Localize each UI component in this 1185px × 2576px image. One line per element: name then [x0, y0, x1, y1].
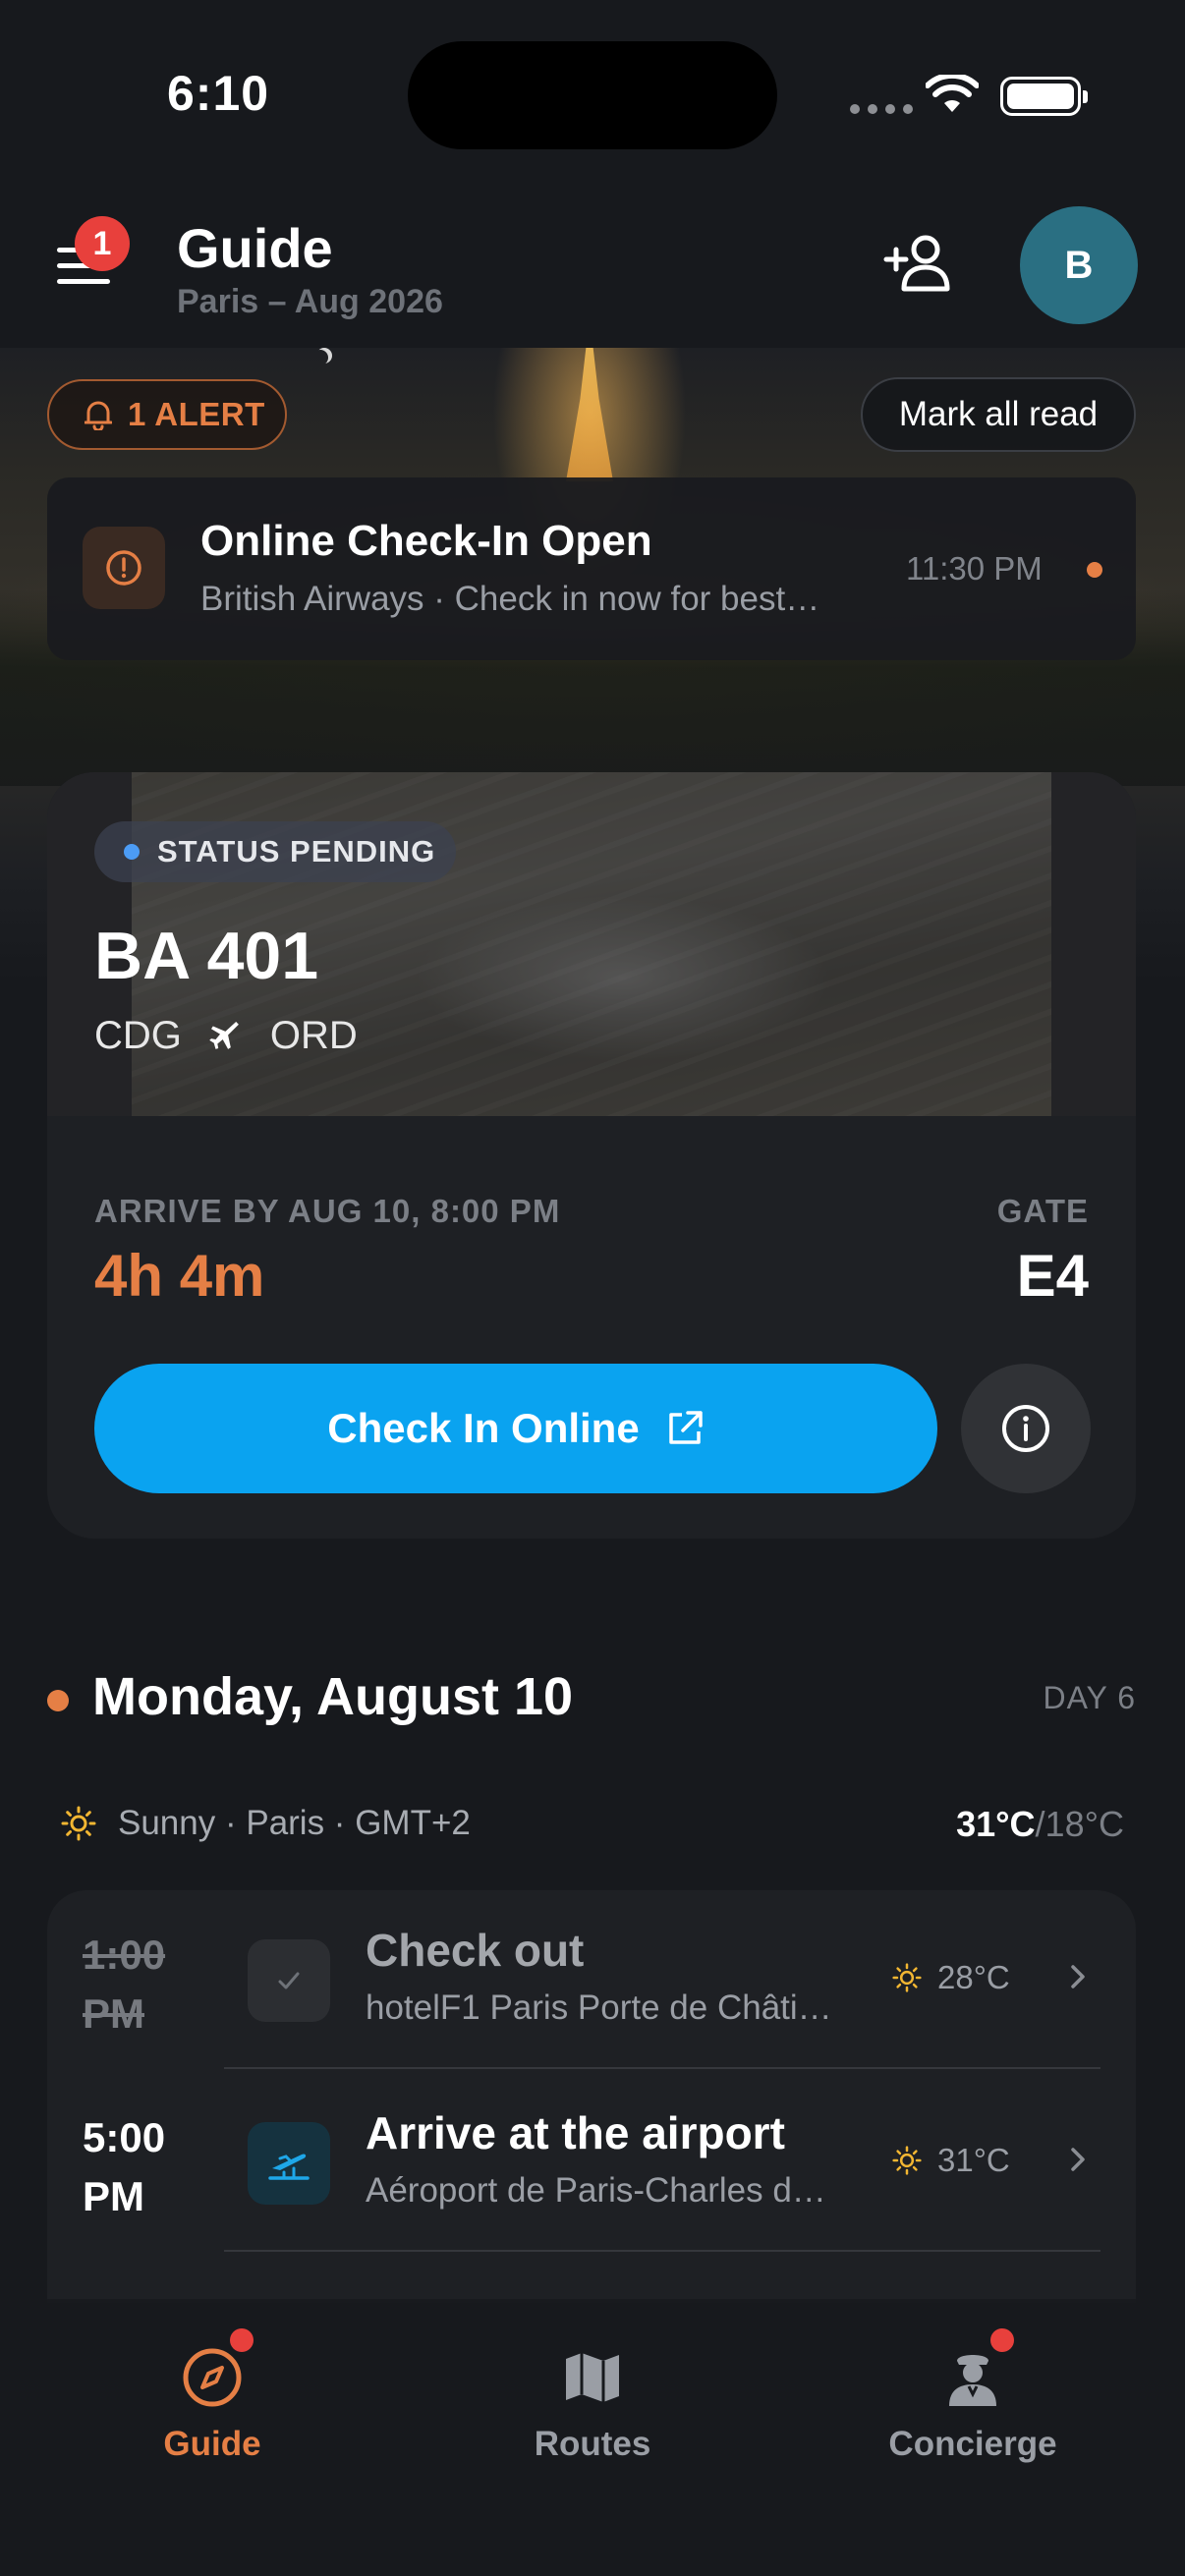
tab-concierge[interactable]: Concierge [855, 2328, 1091, 2499]
menu-notification-badge: 1 [75, 216, 130, 271]
flight-card[interactable]: STATUS PENDING BA 401 CDG ORD ARRIVE BY … [47, 772, 1136, 1539]
day-number: DAY 6 [1043, 1680, 1136, 1715]
bottom-tab-bar: Guide Routes Concierge [0, 2299, 1185, 2576]
sun-icon [61, 1806, 96, 1841]
notification-time: 11:30 PM [906, 550, 1043, 587]
item-subtitle: Aéroport de Paris-Charles d… [366, 2171, 826, 2210]
time-remaining: 4h 4m [94, 1243, 265, 1309]
item-time: 5:00 PM [83, 2114, 166, 2219]
tab-guide[interactable]: Guide [94, 2328, 330, 2499]
chevron-right-icon [1071, 1965, 1085, 1988]
status-dot [124, 844, 140, 860]
status-label: STATUS PENDING [157, 834, 436, 868]
map-icon [557, 2342, 628, 2413]
moon-graphic [312, 350, 328, 365]
day-temperatures: 31°C/18°C [956, 1804, 1124, 1845]
day-weather: Sunny · Paris · GMT+2 [61, 1804, 471, 1843]
plane-icon [209, 1021, 239, 1049]
sun-icon [892, 2146, 922, 2175]
flight-hero: STATUS PENDING BA 401 CDG ORD [47, 772, 1136, 1116]
item-weather: 28°C [892, 1959, 1010, 1996]
info-icon [1002, 1405, 1049, 1452]
eiffel-tower-graphic [566, 344, 613, 481]
tab-routes[interactable]: Routes [475, 2342, 710, 2499]
check-in-online-label: Check In Online [327, 1405, 640, 1451]
tab-label: Routes [534, 2425, 651, 2463]
trip-subtitle: Paris – Aug 2026 [177, 283, 443, 320]
temp-low: /18°C [1035, 1804, 1124, 1844]
avatar[interactable]: B [1020, 206, 1138, 324]
battery-icon [1000, 77, 1088, 116]
cellular-signal-icon [850, 104, 913, 114]
row-divider [224, 2067, 1100, 2069]
origin-code: CDG [94, 1014, 182, 1057]
list-item[interactable]: 1:00 PM Check out hotelF1 Paris Porte de… [47, 1890, 1136, 2073]
notification-card[interactable]: Online Check-In Open British Airways · C… [47, 477, 1136, 660]
temp-high: 31°C [956, 1804, 1036, 1844]
external-link-icon [668, 1411, 703, 1444]
page-title: Guide [177, 217, 333, 279]
tab-label: Concierge [888, 2425, 1057, 2463]
flight-info-button[interactable] [961, 1364, 1091, 1493]
item-temp: 31°C [937, 2142, 1010, 2178]
row-divider [224, 2250, 1100, 2252]
weather-summary: Sunny · Paris · GMT+2 [118, 1804, 471, 1842]
day-marker-dot [47, 1690, 69, 1711]
check-in-online-button[interactable]: Check In Online [94, 1364, 937, 1493]
alert-count-label: 1 ALERT [128, 396, 265, 432]
item-weather: 31°C [892, 2142, 1010, 2179]
gate-value: E4 [1016, 1243, 1089, 1309]
unread-dot [1087, 562, 1102, 578]
chevron-right-icon [1071, 2148, 1085, 2171]
airport-departure-icon [248, 2122, 330, 2205]
list-item[interactable]: 5:00 PM Arrive at the airport Aéroport d… [47, 2073, 1136, 2256]
status-bar: 6:10 [0, 0, 1185, 187]
app-header: 1 Guide Paris – Aug 2026 B [0, 187, 1185, 348]
notification-title: Online Check-In Open [200, 517, 652, 565]
wifi-icon [926, 75, 979, 112]
bell-icon [85, 401, 112, 430]
dynamic-island [408, 41, 777, 149]
check-icon [248, 1939, 330, 2022]
tab-label: Guide [163, 2425, 261, 2463]
concierge-icon [937, 2328, 1014, 2413]
itinerary-list: 1:00 PM Check out hotelF1 Paris Porte de… [47, 1890, 1136, 2303]
alert-count-pill[interactable]: 1 ALERT [47, 379, 287, 450]
compass-icon [177, 2328, 254, 2413]
flight-route: CDG ORD [94, 1014, 358, 1058]
sun-icon [892, 1963, 922, 1992]
alert-circle-icon [83, 527, 165, 609]
status-badge: STATUS PENDING [94, 821, 456, 882]
item-subtitle: hotelF1 Paris Porte de Châti… [366, 1988, 832, 2027]
item-title: Arrive at the airport [366, 2107, 785, 2158]
notification-subtitle: British Airways · Check in now for best… [200, 580, 820, 618]
gate-label: GATE [996, 1193, 1089, 1229]
tab-badge [990, 2328, 1014, 2352]
flight-number: BA 401 [94, 919, 319, 993]
item-temp: 28°C [937, 1959, 1010, 1995]
destination-code: ORD [269, 1014, 358, 1057]
mark-all-read-button[interactable]: Mark all read [861, 377, 1136, 452]
item-time: 1:00 PM [83, 1932, 166, 2037]
tab-badge [230, 2328, 254, 2352]
item-title: Check out [366, 1925, 585, 1976]
clock: 6:10 [167, 66, 270, 121]
day-title: Monday, August 10 [92, 1667, 574, 1726]
add-person-icon[interactable] [882, 232, 955, 295]
arrive-by-label: ARRIVE BY AUG 10, 8:00 PM [94, 1193, 561, 1229]
